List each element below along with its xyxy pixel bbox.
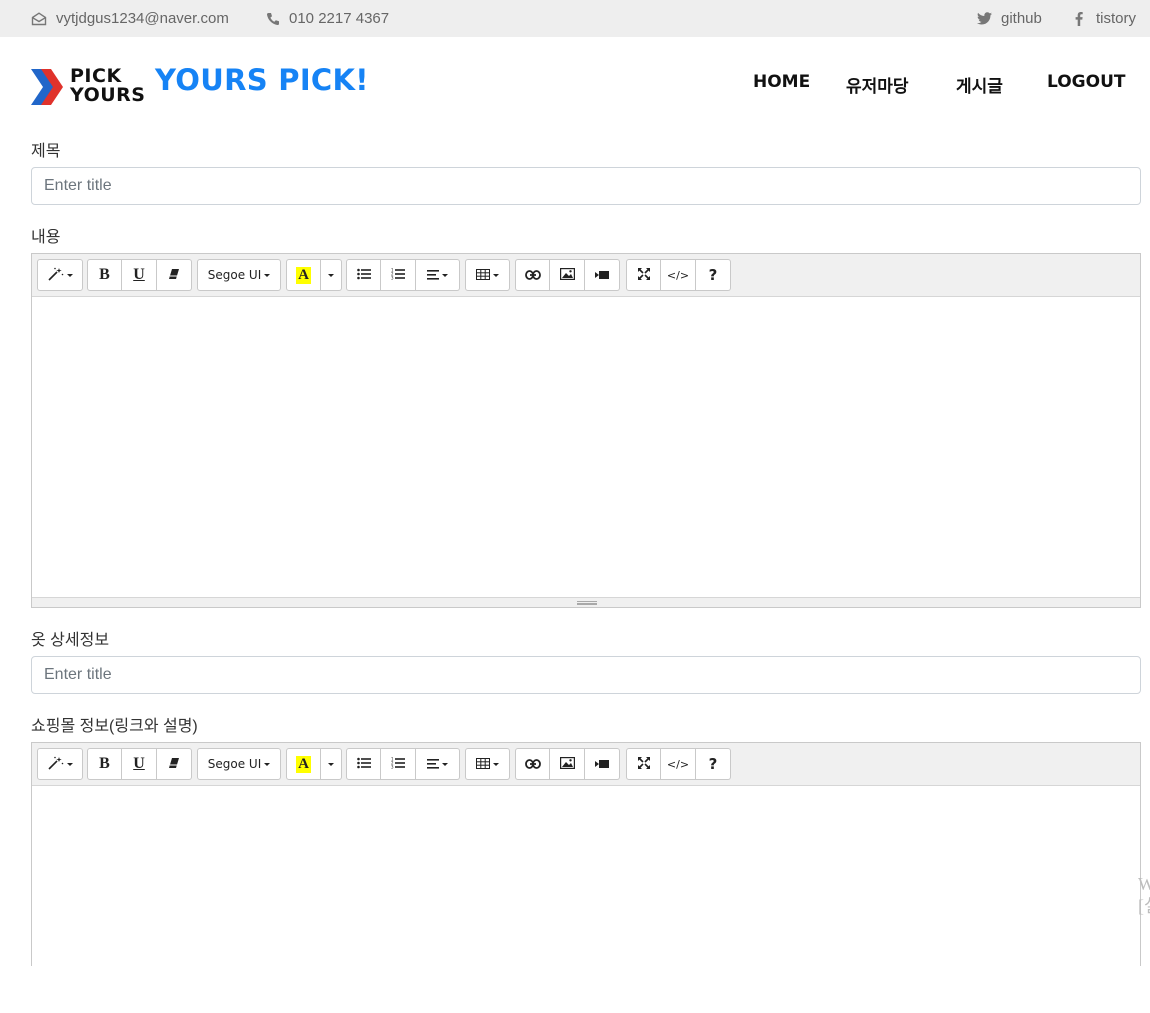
shop-info-label: 쇼핑몰 정보(링크와 설명) bbox=[31, 718, 198, 735]
table-icon bbox=[476, 757, 490, 772]
highlight-color-button[interactable]: A bbox=[286, 748, 321, 780]
phone-contact: 010 2217 4367 bbox=[266, 0, 389, 37]
bold-button[interactable]: B bbox=[87, 748, 122, 780]
numbered-list-icon: 123 bbox=[391, 267, 405, 283]
email-text: vytjdgus1234@naver.com bbox=[56, 10, 229, 27]
fullscreen-button[interactable] bbox=[626, 259, 661, 291]
top-contact-bar: vytjdgus1234@naver.com 010 2217 4367 git… bbox=[0, 0, 1150, 37]
nav-logout[interactable]: LOGOUT bbox=[1047, 72, 1125, 102]
content-editor: B U Segoe UI A 123 </> ? bbox=[31, 253, 1141, 608]
highlight-a-icon: A bbox=[296, 755, 311, 773]
magic-wand-icon bbox=[47, 756, 64, 773]
editor-toolbar: B U Segoe UI A 123 </> ? bbox=[32, 743, 1140, 786]
github-text: github bbox=[1001, 10, 1042, 27]
twitter-bird-icon bbox=[977, 12, 992, 25]
brand-title[interactable]: YOURS PICK! bbox=[155, 63, 369, 97]
phone-text: 010 2217 4367 bbox=[289, 10, 390, 27]
video-button[interactable] bbox=[585, 748, 620, 780]
eraser-icon bbox=[168, 757, 180, 772]
title-label: 제목 bbox=[31, 143, 61, 160]
editor-toolbar: B U Segoe UI A 123 </> ? bbox=[32, 254, 1140, 297]
highlight-a-icon: A bbox=[296, 266, 311, 284]
nav-user-yard[interactable]: 유저마당 bbox=[846, 72, 909, 102]
style-button[interactable] bbox=[37, 748, 83, 780]
ordered-list-button[interactable]: 123 bbox=[381, 748, 416, 780]
content-editable-area[interactable] bbox=[32, 297, 1140, 597]
unordered-list-button[interactable] bbox=[346, 748, 381, 780]
link-icon bbox=[524, 757, 541, 772]
link-button[interactable] bbox=[515, 259, 550, 291]
color-dropdown-button[interactable] bbox=[321, 259, 342, 291]
codeview-button[interactable]: </> bbox=[661, 748, 696, 780]
color-dropdown-button[interactable] bbox=[321, 748, 342, 780]
table-icon bbox=[476, 268, 490, 283]
svg-text:3: 3 bbox=[391, 764, 394, 769]
paragraph-align-button[interactable] bbox=[416, 748, 460, 780]
nav-home[interactable]: HOME bbox=[753, 72, 810, 102]
editor-resize-bar[interactable] bbox=[32, 597, 1140, 607]
table-button[interactable] bbox=[465, 259, 510, 291]
video-button[interactable] bbox=[585, 259, 620, 291]
phone-icon bbox=[266, 12, 280, 26]
nav-posts[interactable]: 게시글 bbox=[956, 72, 1003, 102]
bullet-list-icon bbox=[356, 268, 371, 283]
highlight-color-button[interactable]: A bbox=[286, 259, 321, 291]
email-contact: vytjdgus1234@naver.com bbox=[31, 0, 229, 37]
clothes-detail-input[interactable] bbox=[31, 656, 1141, 694]
underline-button[interactable]: U bbox=[122, 259, 157, 291]
underline-button[interactable]: U bbox=[122, 748, 157, 780]
shop-info-editor: B U Segoe UI A 123 </> ? bbox=[31, 742, 1141, 966]
clear-format-button[interactable] bbox=[157, 259, 192, 291]
help-button[interactable]: ? bbox=[696, 259, 731, 291]
align-left-icon bbox=[427, 268, 439, 283]
link-icon bbox=[524, 268, 541, 283]
picture-icon bbox=[559, 756, 575, 772]
fullscreen-icon bbox=[637, 756, 650, 772]
ordered-list-button[interactable]: 123 bbox=[381, 259, 416, 291]
numbered-list-icon: 123 bbox=[391, 756, 405, 772]
svg-text:3: 3 bbox=[391, 275, 394, 280]
bold-button[interactable]: B bbox=[87, 259, 122, 291]
paragraph-align-button[interactable] bbox=[416, 259, 460, 291]
table-button[interactable] bbox=[465, 748, 510, 780]
unordered-list-button[interactable] bbox=[346, 259, 381, 291]
title-input[interactable] bbox=[31, 167, 1141, 205]
logo-chevron-icon[interactable] bbox=[31, 69, 65, 105]
envelope-icon bbox=[31, 11, 47, 26]
content-label: 내용 bbox=[31, 229, 61, 246]
tistory-link[interactable]: tistory bbox=[1075, 0, 1136, 37]
picture-button[interactable] bbox=[550, 259, 585, 291]
font-name-dropdown[interactable]: Segoe UI bbox=[197, 259, 281, 291]
tistory-text: tistory bbox=[1096, 10, 1137, 27]
font-name-dropdown[interactable]: Segoe UI bbox=[197, 748, 281, 780]
shop-info-editable-area[interactable] bbox=[32, 786, 1140, 965]
activation-watermark: W [설 bbox=[1138, 874, 1150, 916]
help-button[interactable]: ? bbox=[696, 748, 731, 780]
style-button[interactable] bbox=[37, 259, 83, 291]
logo-wordmark[interactable]: PICK YOURS bbox=[70, 67, 145, 105]
align-left-icon bbox=[427, 757, 439, 772]
fullscreen-icon bbox=[637, 267, 650, 283]
codeview-button[interactable]: </> bbox=[661, 259, 696, 291]
video-icon bbox=[595, 757, 609, 772]
resize-grip-icon[interactable] bbox=[577, 601, 597, 605]
logo-line-2: YOURS bbox=[70, 84, 146, 106]
link-button[interactable] bbox=[515, 748, 550, 780]
picture-icon bbox=[559, 267, 575, 283]
facebook-f-icon bbox=[1075, 11, 1083, 26]
picture-button[interactable] bbox=[550, 748, 585, 780]
video-icon bbox=[595, 268, 609, 283]
clear-format-button[interactable] bbox=[157, 748, 192, 780]
eraser-icon bbox=[168, 268, 180, 283]
clothes-detail-label: 옷 상세정보 bbox=[31, 632, 110, 649]
fullscreen-button[interactable] bbox=[626, 748, 661, 780]
magic-wand-icon bbox=[47, 267, 64, 284]
bullet-list-icon bbox=[356, 757, 371, 772]
github-link[interactable]: github bbox=[977, 0, 1042, 37]
